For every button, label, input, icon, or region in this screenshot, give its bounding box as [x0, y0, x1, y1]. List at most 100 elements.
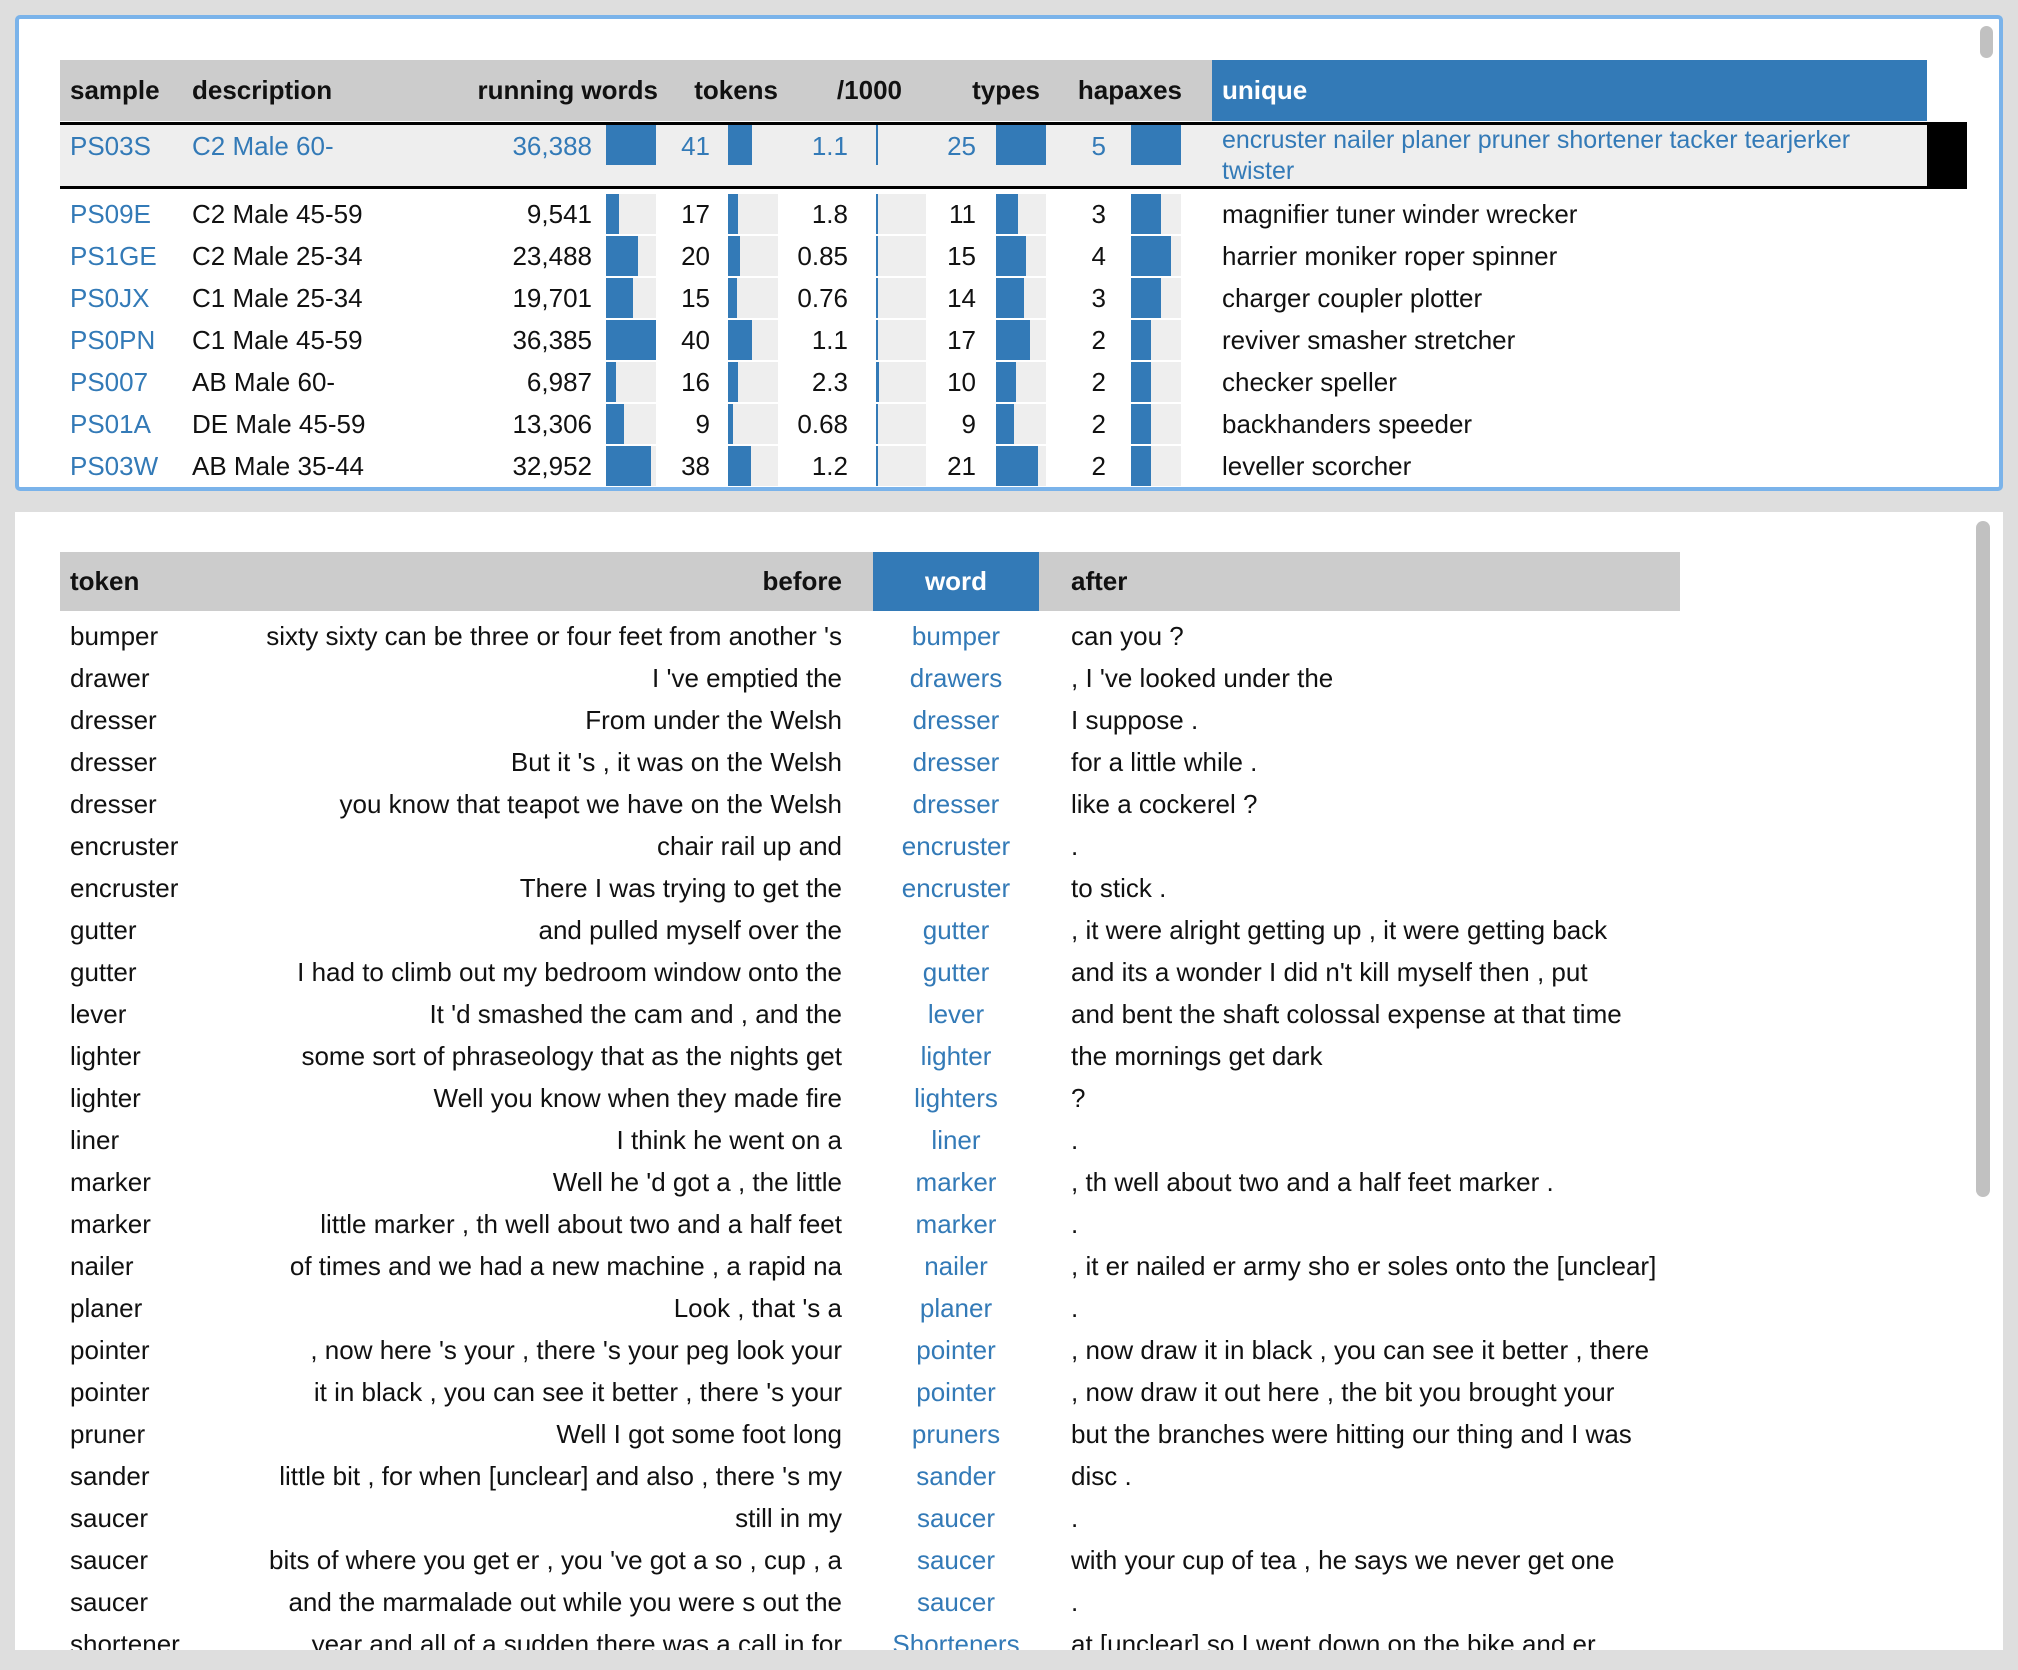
before-text: Well you know when they made fire [433, 1083, 843, 1113]
cell-word[interactable]: lighter [873, 1035, 1039, 1077]
concordance-row[interactable]: lighter some sort of phraseology that as … [15, 1035, 2003, 1077]
bar-fill [728, 362, 738, 402]
column-header-hapaxes[interactable]: hapaxes [1046, 60, 1182, 121]
cell-word[interactable]: bumper [873, 615, 1039, 657]
cell-sample[interactable]: PS09E [70, 193, 180, 235]
concordance-row[interactable]: nailer of times and we had a new machine … [15, 1245, 2003, 1287]
column-header-word[interactable]: word [873, 552, 1039, 611]
sample-row[interactable]: PS0JX C1 Male 25-34 19,701 15 0.76 14 3 charger… [19, 277, 1999, 319]
concordance-row[interactable]: lighter Well you know when they made fire… [15, 1077, 2003, 1119]
cell-word[interactable]: Shorteners [873, 1623, 1039, 1650]
cell-word[interactable]: drawers [873, 657, 1039, 699]
concordance-row[interactable]: marker little marker , th well about two … [15, 1203, 2003, 1245]
sample-row[interactable]: PS01A DE Male 45-59 13,306 9 0.68 9 2 backhande… [19, 403, 1999, 445]
cell-word[interactable]: lighters [873, 1077, 1039, 1119]
cell-word[interactable]: sander [873, 1455, 1039, 1497]
column-header-sample[interactable]: sample [70, 60, 180, 121]
concordance-row[interactable]: saucer bits of where you get er , you 've… [15, 1539, 2003, 1581]
concordance-row[interactable]: pruner Well I got some foot long pruners bu… [15, 1413, 2003, 1455]
concordance-row[interactable]: saucer and the marmalade out while you we… [15, 1581, 2003, 1623]
concordance-scrollbar-thumb[interactable] [1976, 521, 1990, 1197]
cell-sample[interactable]: PS007 [70, 361, 180, 403]
column-header-unique[interactable]: unique [1222, 60, 1822, 121]
concordance-row[interactable]: encruster There I was trying to get the en… [15, 867, 2003, 909]
concordance-row[interactable]: pointer , now here 's your , there 's you… [15, 1329, 2003, 1371]
cell-token: gutter [70, 957, 137, 987]
concordance-panel: token before word after bumper sixty sixty c… [15, 512, 2003, 1650]
cell-word[interactable]: saucer [873, 1539, 1039, 1581]
cell-tokens: 41 [681, 131, 710, 161]
cell-word[interactable]: planer [873, 1287, 1039, 1329]
concordance-row[interactable]: sander little bit , for when [unclear] an… [15, 1455, 2003, 1497]
concordance-row[interactable]: gutter I had to climb out my bedroom wind… [15, 951, 2003, 993]
cell-word[interactable]: gutter [873, 909, 1039, 951]
cell-tokens: 15 [681, 283, 710, 313]
cell-word[interactable]: pointer [873, 1371, 1039, 1413]
cell-word[interactable]: dresser [873, 783, 1039, 825]
cell-word[interactable]: saucer [873, 1497, 1039, 1539]
sample-row[interactable]: PS0PN C1 Male 45-59 36,385 40 1.1 17 2 reviver … [19, 319, 1999, 361]
before-text: little bit , for when [unclear] and also… [279, 1461, 842, 1491]
concordance-row[interactable]: dresser But it 's , it was on the Welsh dr… [15, 741, 2003, 783]
cell-unique: reviver smasher stretcher [1222, 325, 1516, 355]
column-header-before[interactable]: before [232, 552, 842, 611]
cell-word[interactable]: gutter [873, 951, 1039, 993]
concordance-row[interactable]: encruster chair rail up and encruster. [15, 825, 2003, 867]
column-header-runningwords[interactable]: running words [440, 60, 658, 121]
before-text: year and all of a sudden there was a cal… [311, 1629, 842, 1650]
column-header-description[interactable]: description [192, 60, 432, 121]
concordance-row[interactable]: planer Look , that 's a planer. [15, 1287, 2003, 1329]
sample-row[interactable]: PS03W AB Male 35-44 32,952 38 1.2 21 2 leveller… [19, 445, 1999, 487]
cell-unique: encruster nailer planer pruner shortener… [1222, 126, 1851, 185]
concordance-row[interactable]: gutter and pulled myself over the gutter , … [15, 909, 2003, 951]
cell-sample[interactable]: PS0JX [70, 277, 180, 319]
column-header-1000[interactable]: /1000 [778, 60, 902, 121]
before-text: and the marmalade out while you were s o… [288, 1587, 842, 1617]
cell-after: to stick . [1071, 873, 1167, 903]
column-header-after[interactable]: after [1071, 552, 1471, 611]
column-header-tokens[interactable]: tokens [656, 60, 778, 121]
cell-word[interactable]: lever [873, 993, 1039, 1035]
concordance-row[interactable]: marker Well he 'd got a , the little marke… [15, 1161, 2003, 1203]
sample-row[interactable]: PS09E C2 Male 45-59 9,541 17 1.8 11 3 magnifier… [19, 193, 1999, 235]
cell-word[interactable]: liner [873, 1119, 1039, 1161]
cell-sample[interactable]: PS0PN [70, 319, 180, 361]
bar-fill [606, 446, 652, 486]
column-header-token[interactable]: token [70, 552, 230, 611]
concordance-row[interactable]: shortener year and all of a sudden there … [15, 1623, 2003, 1650]
bar-per1000 [876, 278, 926, 318]
cell-sample[interactable]: PS1GE [70, 235, 180, 277]
cell-word[interactable]: dresser [873, 741, 1039, 783]
cell-word[interactable]: dresser [873, 699, 1039, 741]
cell-word[interactable]: saucer [873, 1581, 1039, 1623]
cell-word[interactable]: marker [873, 1161, 1039, 1203]
cell-after: , it er nailed er army sho er soles onto… [1071, 1251, 1657, 1281]
concordance-row[interactable]: lever It 'd smashed the cam and , and the… [15, 993, 2003, 1035]
cell-word[interactable]: pruners [873, 1413, 1039, 1455]
samples-scrollbar-thumb[interactable] [1980, 26, 1993, 58]
cell-word[interactable]: nailer [873, 1245, 1039, 1287]
concordance-row[interactable]: dresser you know that teapot we have on t… [15, 783, 2003, 825]
bar-types [996, 362, 1046, 402]
bar-fill [876, 236, 878, 276]
cell-sample[interactable]: PS03S [70, 125, 180, 167]
concordance-row[interactable]: saucer still in my saucer. [15, 1497, 2003, 1539]
cell-running-words: 32,952 [512, 451, 592, 481]
cell-word[interactable]: encruster [873, 825, 1039, 867]
cell-sample[interactable]: PS01A [70, 403, 180, 445]
sample-row[interactable]: PS1GE C2 Male 25-34 23,488 20 0.85 15 4 harrier… [19, 235, 1999, 277]
cell-word[interactable]: marker [873, 1203, 1039, 1245]
concordance-row[interactable]: liner I think he went on a liner. [15, 1119, 2003, 1161]
concordance-row[interactable]: pointer it in black , you can see it bett… [15, 1371, 2003, 1413]
sample-row-selected[interactable]: PS03S C2 Male 60- 36,388 41 1.1 25 5 encruster … [19, 122, 1999, 189]
bar-running-words [606, 194, 656, 234]
cell-token: liner [70, 1125, 120, 1155]
concordance-row[interactable]: bumper sixty sixty can be three or four f… [15, 615, 2003, 657]
column-header-types[interactable]: types [926, 60, 1040, 121]
cell-word[interactable]: encruster [873, 867, 1039, 909]
sample-row[interactable]: PS007 AB Male 60- 6,987 16 2.3 10 2 checker spe… [19, 361, 1999, 403]
cell-word[interactable]: pointer [873, 1329, 1039, 1371]
concordance-row[interactable]: drawer I 've emptied the drawers , I 've lo… [15, 657, 2003, 699]
cell-sample[interactable]: PS03W [70, 445, 180, 487]
concordance-row[interactable]: dresser From under the Welsh dresser I supp… [15, 699, 2003, 741]
